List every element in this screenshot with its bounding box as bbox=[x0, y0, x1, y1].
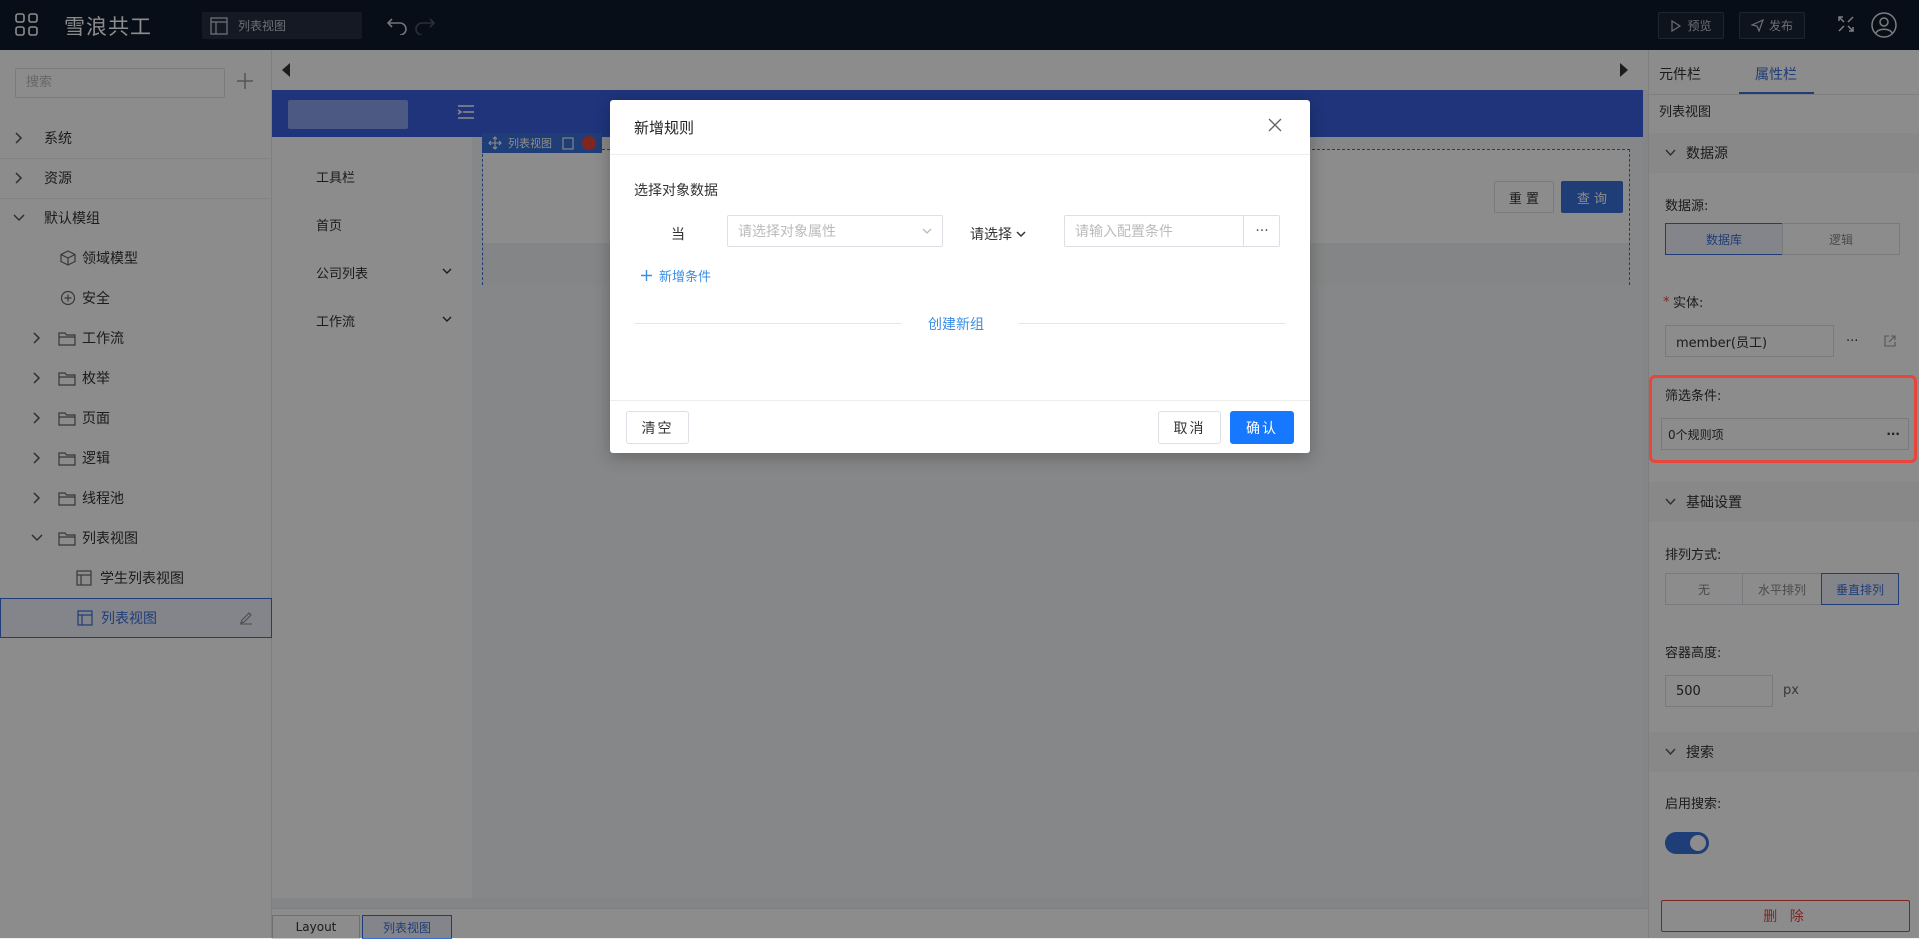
select-object-label: 选择对象数据 bbox=[634, 183, 718, 199]
attribute-select[interactable]: 请选择对象属性 bbox=[727, 215, 943, 247]
when-label: 当 bbox=[671, 227, 685, 243]
chevron-down-icon bbox=[922, 228, 932, 234]
cancel-button[interactable]: 取消 bbox=[1158, 411, 1221, 444]
add-condition-label: 新增条件 bbox=[659, 270, 712, 285]
dialog-title: 新增规则 bbox=[634, 119, 695, 137]
condition-more-button[interactable]: ··· bbox=[1243, 215, 1280, 247]
add-condition-button[interactable]: 新增条件 bbox=[640, 266, 711, 285]
chevron-down-icon bbox=[1016, 231, 1026, 238]
operator-select[interactable]: 请选择 bbox=[970, 224, 1026, 244]
plus-icon bbox=[641, 270, 652, 281]
condition-placeholder: 请输入配置条件 bbox=[1075, 224, 1173, 240]
create-group-button[interactable]: 创建新组 bbox=[928, 314, 984, 334]
close-icon[interactable] bbox=[1267, 117, 1283, 133]
add-rule-dialog: 新增规则 选择对象数据 当 请选择对象属性 请选择 请输入配置条件 ··· 新增… bbox=[610, 100, 1310, 453]
clear-button[interactable]: 清空 bbox=[626, 411, 689, 444]
attribute-select-placeholder: 请选择对象属性 bbox=[738, 224, 836, 240]
confirm-button[interactable]: 确认 bbox=[1230, 411, 1294, 444]
highlight-box bbox=[1649, 375, 1917, 463]
operator-label: 请选择 bbox=[970, 227, 1012, 243]
divider-left bbox=[634, 323, 902, 324]
divider-right bbox=[1018, 323, 1286, 324]
